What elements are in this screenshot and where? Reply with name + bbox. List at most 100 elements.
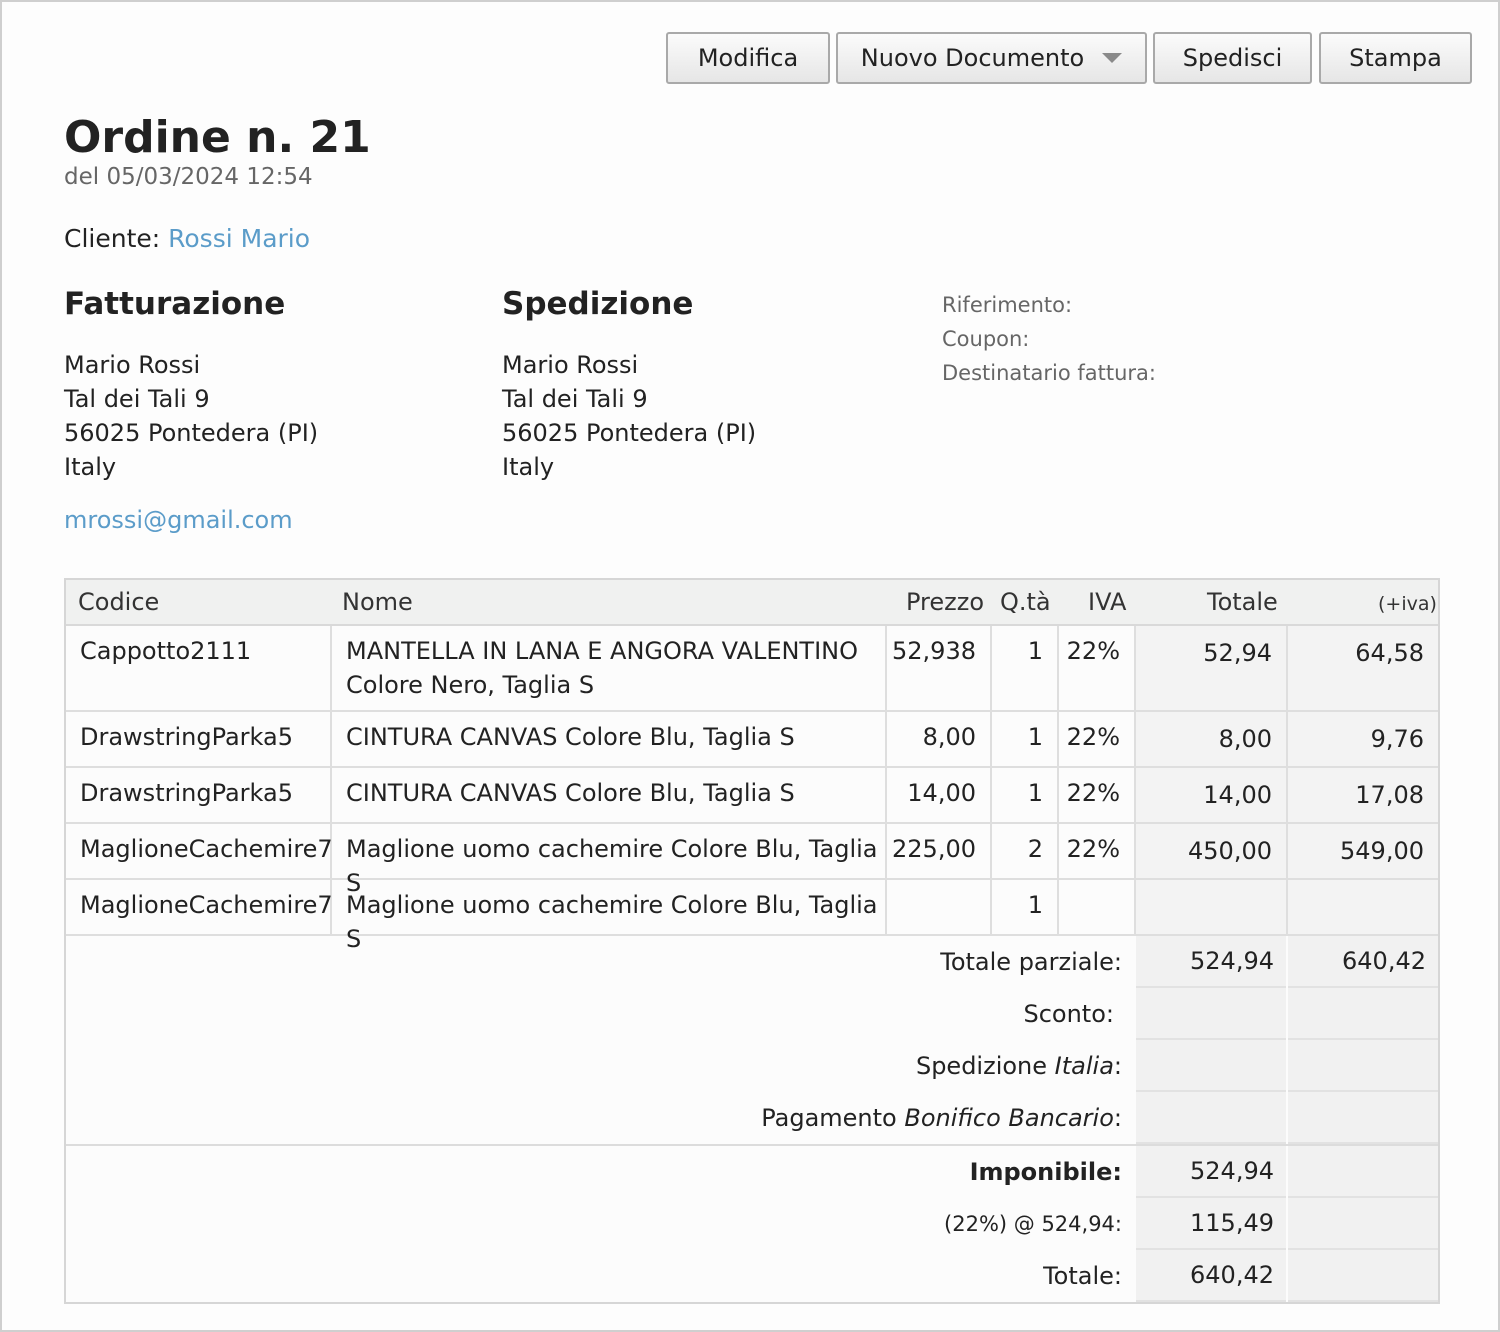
cell-qty: 1 <box>992 626 1059 710</box>
client-label: Cliente: <box>64 224 161 253</box>
print-button[interactable]: Stampa <box>1319 32 1472 84</box>
cell-total-vat <box>1288 880 1438 934</box>
vat-vat-empty <box>1288 1198 1438 1250</box>
cell-name: CINTURA CANVAS Colore Blu, Taglia S <box>332 768 887 822</box>
cell-total-vat: 9,76 <box>1288 712 1438 766</box>
billing-address: Mario Rossi Tal dei Tali 9 56025 Pontede… <box>64 348 318 484</box>
cell-code: DrawstringParka5 <box>66 768 332 822</box>
cell-qty: 1 <box>992 768 1059 822</box>
subtotal-vat-value: 640,42 <box>1288 936 1438 988</box>
cell-total: 450,00 <box>1136 824 1288 878</box>
discount-value <box>1136 988 1286 1040</box>
send-button[interactable]: Spedisci <box>1153 32 1312 84</box>
subtotal-row: Totale parziale: 524,94 640,42 <box>66 936 1438 988</box>
table-row: MaglioneCachemire7 Maglione uomo cachemi… <box>66 824 1438 897</box>
shipping-line: Mario Rossi <box>502 351 639 379</box>
cell-qty: 1 <box>992 880 1059 934</box>
cell-vat: 22% <box>1059 824 1136 878</box>
cell-vat: 22% <box>1059 712 1136 766</box>
table-row: DrawstringParka5 CINTURA CANVAS Colore B… <box>66 768 1438 824</box>
table-row: MaglioneCachemire7 Maglione uomo cachemi… <box>66 880 1438 953</box>
col-header-qty: Q.tà <box>1000 588 1051 616</box>
cell-name: MANTELLA IN LANA E ANGORA VALENTINO Colo… <box>332 626 887 710</box>
cell-name: Maglione uomo cachemire Colore Blu, Tagl… <box>332 880 887 953</box>
discount-vat-value <box>1288 988 1438 1040</box>
cell-code: DrawstringParka5 <box>66 712 332 766</box>
payment-method: Bonifico Bancario <box>904 1104 1114 1132</box>
shipping-address: Mario Rossi Tal dei Tali 9 56025 Pontede… <box>502 348 756 484</box>
col-header-total: Totale <box>1207 588 1278 616</box>
send-button-label: Spedisci <box>1182 44 1283 72</box>
vat-row: (22%) @ 524,94: 115,49 <box>66 1198 1438 1250</box>
vat-value: 115,49 <box>1136 1198 1286 1250</box>
client-link[interactable]: Rossi Mario <box>168 224 310 253</box>
discount-row: Sconto: <box>66 988 1438 1040</box>
col-header-total-vat: (+iva) <box>1378 593 1437 615</box>
cell-total <box>1136 880 1288 934</box>
grand-total-vat-empty <box>1288 1250 1438 1302</box>
cell-total-vat: 17,08 <box>1288 768 1438 822</box>
shipping-cost-label: Spedizione Italia: <box>916 1040 1122 1092</box>
cell-total-vat: 64,58 <box>1288 626 1438 710</box>
discount-label: Sconto: <box>1023 1000 1114 1028</box>
new-document-dropdown[interactable]: Nuovo Documento <box>836 32 1147 84</box>
cell-code: Cappotto2111 <box>66 626 332 710</box>
order-date: del 05/03/2024 12:54 <box>64 164 313 190</box>
shipping-cost-vat-value <box>1288 1040 1438 1092</box>
shipping-cost-label-prefix: Spedizione <box>915 1052 1055 1080</box>
cell-name: Maglione uomo cachemire Colore Blu, Tagl… <box>332 824 887 897</box>
cell-price: 52,938 <box>887 626 992 710</box>
payment-value <box>1136 1092 1286 1144</box>
cell-qty: 2 <box>992 824 1059 878</box>
shipping-method: Italia <box>1054 1052 1114 1080</box>
shipping-cost-value <box>1136 1040 1286 1092</box>
billing-line: Tal dei Tali 9 <box>64 385 210 413</box>
cell-code: MaglioneCachemire7 <box>66 880 333 934</box>
order-meta: Riferimento: Coupon: Destinatario fattur… <box>942 288 1156 390</box>
grand-total-label: Totale: <box>1043 1262 1122 1290</box>
cell-price: 225,00 <box>887 824 992 878</box>
cell-price: 14,00 <box>887 768 992 822</box>
chevron-down-icon <box>1102 53 1123 63</box>
taxable-vat-empty <box>1288 1146 1438 1198</box>
cell-name: CINTURA CANVAS Colore Blu, Taglia S <box>332 712 887 766</box>
grand-total-value: 640,42 <box>1136 1250 1286 1302</box>
col-header-vat: IVA <box>1088 588 1127 616</box>
cell-total: 8,00 <box>1136 712 1288 766</box>
vat-label: (22%) @ 524,94: <box>944 1212 1122 1236</box>
taxable-label: Imponibile: <box>969 1158 1122 1186</box>
order-items-table: Codice Nome Prezzo Q.tà IVA Totale (+iva… <box>64 578 1440 1304</box>
shipping-line: Tal dei Tali 9 <box>502 385 648 413</box>
payment-vat-value <box>1288 1092 1438 1144</box>
page-title: Ordine n. 21 <box>64 112 371 163</box>
shipping-heading: Spedizione <box>502 286 694 322</box>
shipping-line: 56025 Pontedera (PI) <box>502 419 757 447</box>
client-line: Cliente: Rossi Mario <box>64 224 310 253</box>
edit-button[interactable]: Modifica <box>666 32 830 84</box>
col-header-code: Codice <box>78 588 160 616</box>
payment-row: Pagamento Bonifico Bancario: <box>66 1092 1438 1144</box>
cell-qty: 1 <box>992 712 1059 766</box>
billing-line: 56025 Pontedera (PI) <box>64 419 319 447</box>
table-row: DrawstringParka5 CINTURA CANVAS Colore B… <box>66 712 1438 768</box>
billing-heading: Fatturazione <box>64 286 286 322</box>
cell-total: 52,94 <box>1136 626 1288 710</box>
cell-price <box>887 880 992 934</box>
taxable-value: 524,94 <box>1136 1146 1286 1198</box>
payment-label: Pagamento Bonifico Bancario: <box>761 1092 1122 1144</box>
payment-label-suffix: : <box>1113 1104 1122 1132</box>
new-document-label: Nuovo Documento <box>860 44 1085 72</box>
invoice-recipient-label: Destinatario fattura: <box>942 361 1156 385</box>
billing-email-link[interactable]: mrossi@gmail.com <box>64 506 293 534</box>
edit-button-label: Modifica <box>697 44 799 72</box>
shipping-cost-row: Spedizione Italia: <box>66 1040 1438 1092</box>
page-frame: Modifica Nuovo Documento Spedisci Stampa… <box>0 0 1500 1332</box>
cell-name-line: MANTELLA IN LANA E ANGORA VALENTINO <box>346 637 859 665</box>
shipping-line: Italy <box>502 453 555 481</box>
billing-line: Mario Rossi <box>64 351 201 379</box>
payment-label-prefix: Pagamento <box>761 1104 905 1132</box>
subtotal-value: 524,94 <box>1136 936 1286 988</box>
col-header-price: Prezzo <box>906 588 985 616</box>
cell-total-vat: 549,00 <box>1288 824 1438 878</box>
print-button-label: Stampa <box>1349 44 1442 72</box>
